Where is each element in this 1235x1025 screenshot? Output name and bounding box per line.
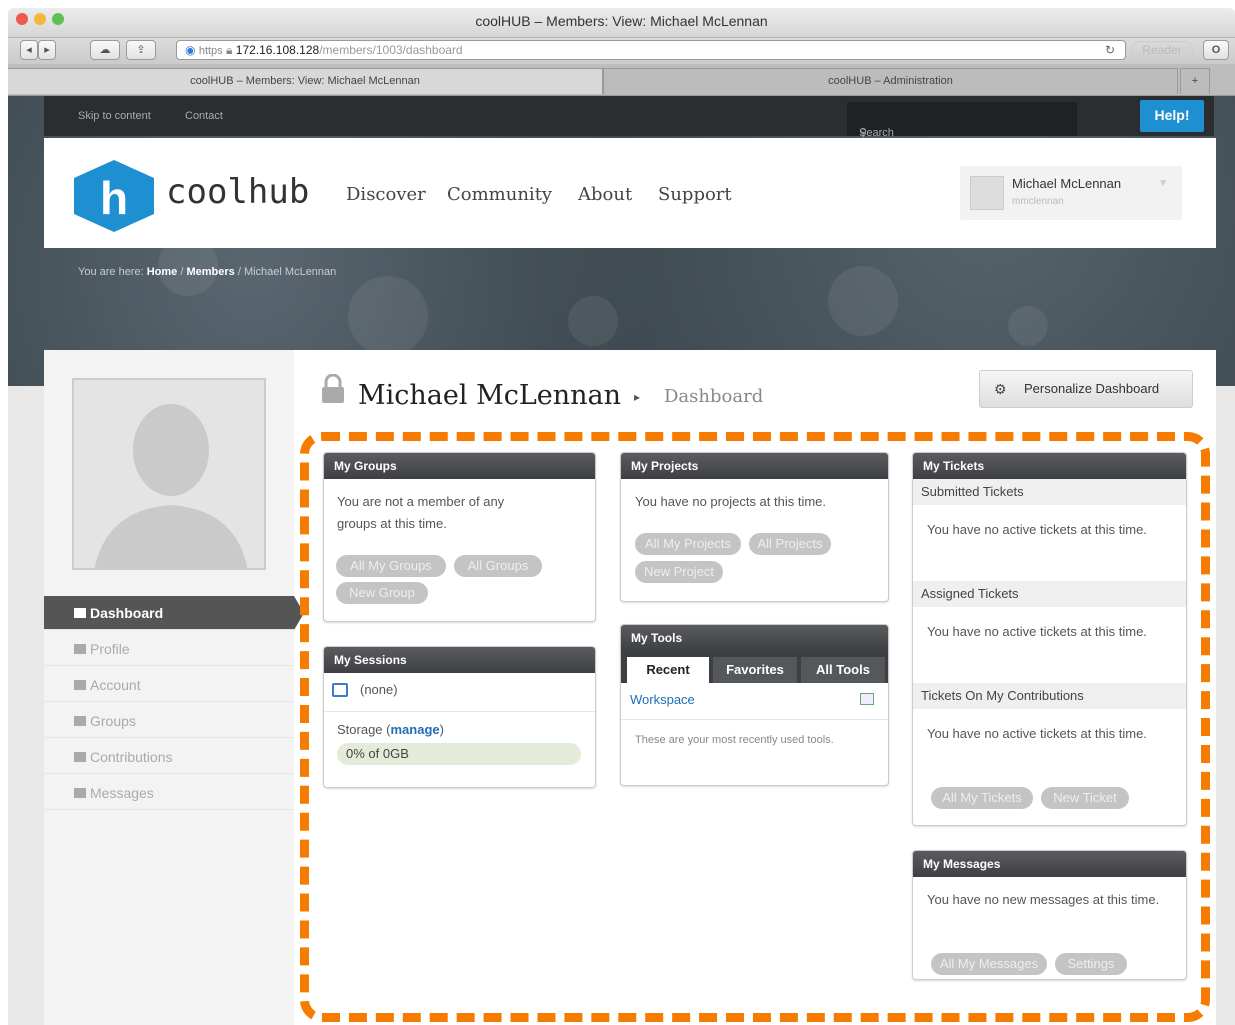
sidebar: Dashboard Profile Account Groups Contrib… <box>44 350 304 1025</box>
sidebar-label: Account <box>90 677 141 693</box>
profile-picture[interactable] <box>72 378 266 570</box>
brand-name[interactable]: coolhub <box>166 172 309 212</box>
nav-discover[interactable]: Discover <box>346 184 426 205</box>
personalize-label: Personalize Dashboard <box>1024 381 1160 396</box>
url-path: /members/1003/dashboard <box>319 43 463 57</box>
url-scheme: https <box>198 45 223 57</box>
user-menu[interactable]: Michael McLennan mmclennan ▼ <box>960 166 1182 220</box>
lock-icon: 🔒︎ <box>226 43 233 57</box>
url-bar[interactable]: ◉ https 🔒︎ 172.16.108.128/members/1003/d… <box>176 40 1126 60</box>
forward-button[interactable]: ▸ <box>38 40 56 60</box>
nav-community[interactable]: Community <box>447 184 552 205</box>
reload-icon[interactable]: ↻ <box>1105 41 1115 59</box>
sidebar-label: Profile <box>90 641 130 657</box>
tab-bar: coolHUB – Members: View: Michael McLenna… <box>8 64 1235 96</box>
logo-letter: h <box>100 172 128 224</box>
sidebar-label: Messages <box>90 785 154 801</box>
person-silhouette-icon <box>94 404 248 568</box>
user-handle: mmclennan <box>1012 196 1064 207</box>
new-tab-button[interactable]: + <box>1180 68 1210 94</box>
reader-button[interactable]: Reader <box>1131 41 1193 59</box>
sidebar-label: Contributions <box>90 749 173 765</box>
group-icon <box>74 716 86 726</box>
person-icon <box>74 644 86 654</box>
pencil-icon <box>74 752 86 762</box>
breadcrumb-separator: / <box>180 266 184 278</box>
browser-toolbar: ◂ ▸ ☁ ⇪ ◉ https 🔒︎ 172.16.108.128/member… <box>8 38 1235 64</box>
search-input[interactable]: ⚲ Search <box>847 102 1077 139</box>
sidebar-item-contributions[interactable]: Contributions <box>44 740 294 774</box>
sidebar-item-account[interactable]: Account <box>44 668 294 702</box>
gear-icon: ⚙ <box>994 381 1007 397</box>
highlight-annotation <box>300 432 1210 1022</box>
help-button[interactable]: Help! <box>1140 100 1204 132</box>
user-avatar <box>970 176 1004 210</box>
gear-icon <box>74 680 86 690</box>
breadcrumb-members[interactable]: Members <box>186 266 234 278</box>
opera-icon[interactable]: O <box>1203 40 1229 60</box>
breadcrumb: You are here: Home / Members / Michael M… <box>78 266 336 278</box>
dashboard-icon <box>74 608 86 618</box>
window-title: coolHUB – Members: View: Michael McLenna… <box>475 13 768 29</box>
window-titlebar: coolHUB – Members: View: Michael McLenna… <box>8 8 1235 38</box>
sidebar-item-dashboard[interactable]: Dashboard <box>44 596 294 630</box>
sidebar-label: Groups <box>90 713 136 729</box>
contact-link[interactable]: Contact <box>185 110 223 122</box>
back-button[interactable]: ◂ <box>20 40 38 60</box>
nav-about[interactable]: About <box>578 184 632 205</box>
personalize-dashboard-button[interactable]: ⚙ Personalize Dashboard <box>979 370 1193 408</box>
top-strip: Skip to content Contact ⚲ Search Help! <box>44 96 1214 139</box>
nav-support[interactable]: Support <box>658 184 732 205</box>
page-subtitle: Dashboard <box>664 386 764 407</box>
breadcrumb-prefix: You are here: <box>78 266 144 278</box>
breadcrumb-home[interactable]: Home <box>147 266 178 278</box>
lock-icon <box>322 374 344 403</box>
sidebar-item-groups[interactable]: Groups <box>44 704 294 738</box>
sidebar-item-messages[interactable]: Messages <box>44 776 294 810</box>
sidebar-item-profile[interactable]: Profile <box>44 632 294 666</box>
tab-members[interactable]: coolHUB – Members: View: Michael McLenna… <box>8 68 603 94</box>
page-title: Michael McLennan <box>358 380 622 411</box>
tab-administration[interactable]: coolHUB – Administration <box>603 68 1178 94</box>
share-icon[interactable]: ⇪ <box>126 40 156 60</box>
site-header: h coolhub Discover Community About Suppo… <box>44 138 1216 248</box>
coolhub-logo[interactable]: h <box>74 160 154 232</box>
globe-icon: ◉ <box>185 43 196 57</box>
envelope-icon <box>74 788 86 798</box>
sidebar-label: Dashboard <box>90 605 164 621</box>
arrow-right-icon: ▸ <box>634 390 641 404</box>
icloud-icon[interactable]: ☁ <box>90 40 120 60</box>
breadcrumb-separator: / <box>237 266 241 278</box>
skip-link[interactable]: Skip to content <box>78 110 151 122</box>
breadcrumb-current: Michael McLennan <box>243 266 337 278</box>
url-host: 172.16.108.128 <box>235 43 320 57</box>
user-name: Michael McLennan <box>1012 176 1122 191</box>
chevron-down-icon: ▼ <box>1158 178 1168 189</box>
